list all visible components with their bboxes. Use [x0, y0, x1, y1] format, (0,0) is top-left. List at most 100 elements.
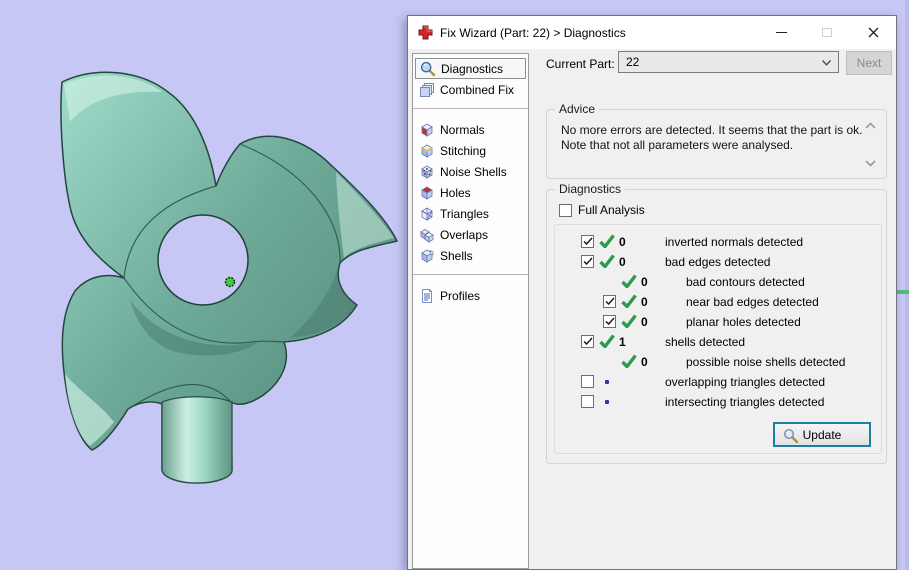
sidebar-item-label: Overlaps	[440, 227, 489, 242]
error-count: 0	[641, 295, 648, 309]
green-check-icon	[599, 234, 615, 251]
checkbox-checked[interactable]	[581, 235, 594, 248]
chevron-down-icon	[822, 60, 831, 66]
checkbox-unchecked[interactable]	[581, 375, 594, 388]
impeller-shaft	[161, 396, 233, 484]
maximize-icon	[822, 28, 832, 37]
error-count: 0	[619, 255, 626, 269]
sidebar-item-label: Holes	[440, 185, 471, 200]
magnifier-icon	[783, 428, 799, 444]
sidebar-item-triangles[interactable]: Triangles	[413, 203, 528, 224]
green-check-icon	[621, 354, 637, 371]
checkbox-checked[interactable]	[603, 315, 616, 328]
sidebar-item-holes[interactable]: Holes	[413, 182, 528, 203]
close-icon	[868, 27, 878, 38]
origin-marker	[224, 276, 236, 288]
advice-text: No more errors are detected. It seems th…	[561, 123, 862, 153]
error-count: 0	[641, 315, 648, 329]
fix-wizard-dialog: Fix Wizard (Part: 22) > Diagnostics Diag…	[407, 15, 897, 570]
sidebar-item-normals[interactable]: Normals	[413, 119, 528, 140]
sidebar-item-shells[interactable]: Shells	[413, 245, 528, 266]
maximize-button[interactable]	[810, 16, 844, 49]
advice-title: Advice	[555, 102, 600, 116]
wizard-sidebar: Diagnostics Combined Fix Normals Stitchi…	[412, 53, 529, 569]
sidebar-item-overlaps[interactable]: Overlaps	[413, 224, 528, 245]
diagnostic-row: 0 possible noise shells detected	[555, 352, 881, 372]
sidebar-item-label: Normals	[440, 122, 485, 137]
diagnostic-label: near bad edges detected	[686, 295, 819, 309]
sidebar-item-label: Shells	[440, 248, 473, 263]
diagnostic-label: shells detected	[665, 335, 746, 349]
sidebar-item-label: Stitching	[440, 143, 487, 158]
sidebar-item-label: Triangles	[440, 206, 489, 221]
cube-holes-icon	[418, 184, 435, 201]
sidebar-item-label: Combined Fix	[440, 82, 515, 97]
checkbox-box[interactable]	[559, 203, 572, 217]
checkbox-checked[interactable]	[603, 295, 616, 308]
cube-triangles-icon	[418, 205, 435, 222]
highlight-right-petal	[336, 172, 394, 258]
green-check-icon	[599, 254, 615, 271]
magnifier-icon	[419, 60, 436, 77]
diagnostics-results-panel: 0 inverted normals detected 0 bad edges det…	[554, 224, 882, 454]
close-button[interactable]	[856, 16, 890, 49]
advice-line: No more errors are detected. It seems th…	[561, 123, 863, 137]
cube-noise-shells-icon	[418, 163, 435, 180]
pending-dot-icon	[605, 400, 609, 404]
checkbox-checked[interactable]	[581, 335, 594, 348]
diagnostics-title: Diagnostics	[555, 182, 626, 196]
error-count: 0	[619, 235, 626, 249]
scroll-down-icon[interactable]	[864, 158, 877, 168]
cube-overlaps-icon	[418, 226, 435, 243]
minimize-icon	[775, 32, 787, 33]
sidebar-item-combined-fix[interactable]: Combined Fix	[413, 79, 528, 100]
diagnostic-label: overlapping triangles detected	[665, 375, 826, 389]
sidebar-item-diagnostics[interactable]: Diagnostics	[415, 58, 526, 79]
viewport-edge-shade	[905, 0, 909, 570]
diagnostic-row: 0 bad edges detected	[555, 252, 881, 272]
sidebar-item-stitching[interactable]: Stitching	[413, 140, 528, 161]
next-button[interactable]: Next	[846, 51, 892, 75]
diagnostics-rows: 0 inverted normals detected 0 bad edges det…	[555, 232, 881, 412]
diagnostic-row: overlapping triangles detected	[555, 372, 881, 392]
diagnostic-label: bad edges detected	[665, 255, 771, 269]
profiles-icon	[418, 287, 435, 304]
advice-line: Note that not all parameters were analys…	[561, 138, 794, 152]
impeller-hole	[157, 214, 249, 306]
current-part-value: 22	[626, 55, 640, 69]
green-check-icon	[621, 274, 637, 291]
current-part-label: Current Part:	[546, 57, 615, 71]
sidebar-item-label: Diagnostics	[441, 61, 504, 76]
sidebar-item-profiles[interactable]: Profiles	[413, 285, 528, 306]
cube-shells-icon	[418, 247, 435, 264]
update-label: Update	[802, 427, 842, 442]
sidebar-separator	[413, 108, 528, 109]
sidebar-item-noise-shells[interactable]: Noise Shells	[413, 161, 528, 182]
diagnostic-row: 0 planar holes detected	[555, 312, 881, 332]
update-button[interactable]: Update	[773, 422, 871, 447]
current-part-combobox[interactable]: 22	[618, 51, 839, 73]
pending-dot-icon	[605, 380, 609, 384]
diagnostic-label: bad contours detected	[686, 275, 805, 289]
diagnostic-label: inverted normals detected	[665, 235, 804, 249]
full-analysis-label: Full Analysis	[578, 203, 645, 217]
green-check-icon	[621, 294, 637, 311]
dialog-titlebar[interactable]: Fix Wizard (Part: 22) > Diagnostics	[408, 16, 896, 49]
full-analysis-checkbox[interactable]: Full Analysis	[559, 203, 645, 217]
green-check-icon	[621, 314, 637, 331]
diagnostic-row: 0 bad contours detected	[555, 272, 881, 292]
checkbox-checked[interactable]	[581, 255, 594, 268]
diagnostic-label: possible noise shells detected	[686, 355, 846, 369]
diagnostic-row: intersecting triangles detected	[555, 392, 881, 412]
diagnostic-row: 0 near bad edges detected	[555, 292, 881, 312]
dialog-title: Fix Wizard (Part: 22) > Diagnostics	[440, 25, 626, 40]
diagnostic-label: planar holes detected	[686, 315, 801, 329]
red-cross-icon	[418, 25, 433, 40]
cube-stitching-icon	[418, 142, 435, 159]
diagnostics-groupbox: Diagnostics Full Analysis 0 inverted norm…	[546, 182, 887, 464]
minimize-button[interactable]	[764, 16, 798, 49]
cube-normals-icon	[418, 121, 435, 138]
checkbox-unchecked[interactable]	[581, 395, 594, 408]
sidebar-separator	[413, 274, 528, 275]
scroll-up-icon[interactable]	[864, 121, 877, 131]
